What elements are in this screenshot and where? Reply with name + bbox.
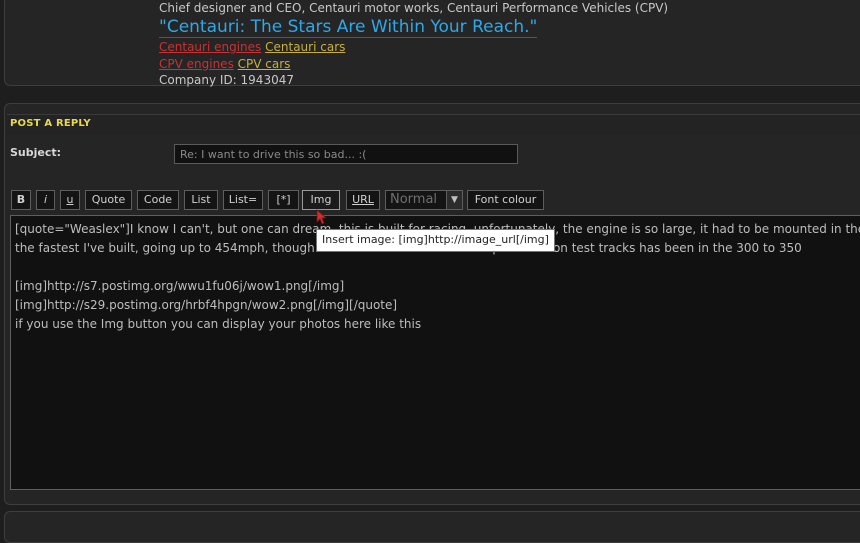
next-panel	[4, 511, 860, 543]
post-reply-header	[7, 114, 860, 135]
font-colour-button[interactable]: Font colour	[467, 190, 544, 210]
quote-button[interactable]: Quote	[85, 190, 132, 210]
font-size-select[interactable]: Normal ▼	[385, 190, 463, 210]
url-button[interactable]: URL	[346, 190, 380, 210]
link-cpv-cars[interactable]: CPV cars	[238, 57, 291, 71]
signature: Chief designer and CEO, Centauri motor w…	[159, 0, 668, 88]
post-reply-title: POST A REPLY	[10, 118, 91, 129]
subject-input[interactable]	[174, 144, 518, 164]
signature-links-row-1: Centauri engines Centauri cars	[159, 39, 668, 55]
list-item-button[interactable]: [*]	[268, 190, 299, 210]
list-button[interactable]: List	[184, 190, 218, 210]
img-button[interactable]: Img	[302, 190, 340, 210]
font-size-value: Normal	[390, 192, 438, 207]
post-reply-panel: POST A REPLY Subject: B i u Quote Code L…	[4, 103, 860, 505]
mouse-pointer-icon	[316, 209, 326, 225]
signature-links-row-2: CPV engines CPV cars	[159, 56, 668, 72]
bold-button[interactable]: B	[11, 190, 31, 210]
img-tooltip: Insert image: [img]http://image_url[/img…	[316, 229, 555, 252]
code-button[interactable]: Code	[137, 190, 179, 210]
link-centauri-engines[interactable]: Centauri engines	[159, 40, 261, 54]
message-textarea[interactable]: [quote="Weaslex"]I know I can't, but one…	[10, 215, 860, 490]
signature-quote: "Centauri: The Stars Are Within Your Rea…	[159, 17, 538, 38]
italic-button[interactable]: i	[36, 190, 55, 210]
subject-label: Subject:	[10, 146, 62, 159]
signature-title: Chief designer and CEO, Centauri motor w…	[159, 1, 669, 15]
underline-button[interactable]: u	[60, 190, 80, 210]
link-centauri-cars[interactable]: Centauri cars	[265, 40, 345, 54]
chevron-down-icon[interactable]: ▼	[446, 191, 462, 209]
link-cpv-engines[interactable]: CPV engines	[159, 57, 234, 71]
list-numbered-button[interactable]: List=	[223, 190, 263, 210]
company-id: Company ID: 1943047	[159, 73, 294, 87]
